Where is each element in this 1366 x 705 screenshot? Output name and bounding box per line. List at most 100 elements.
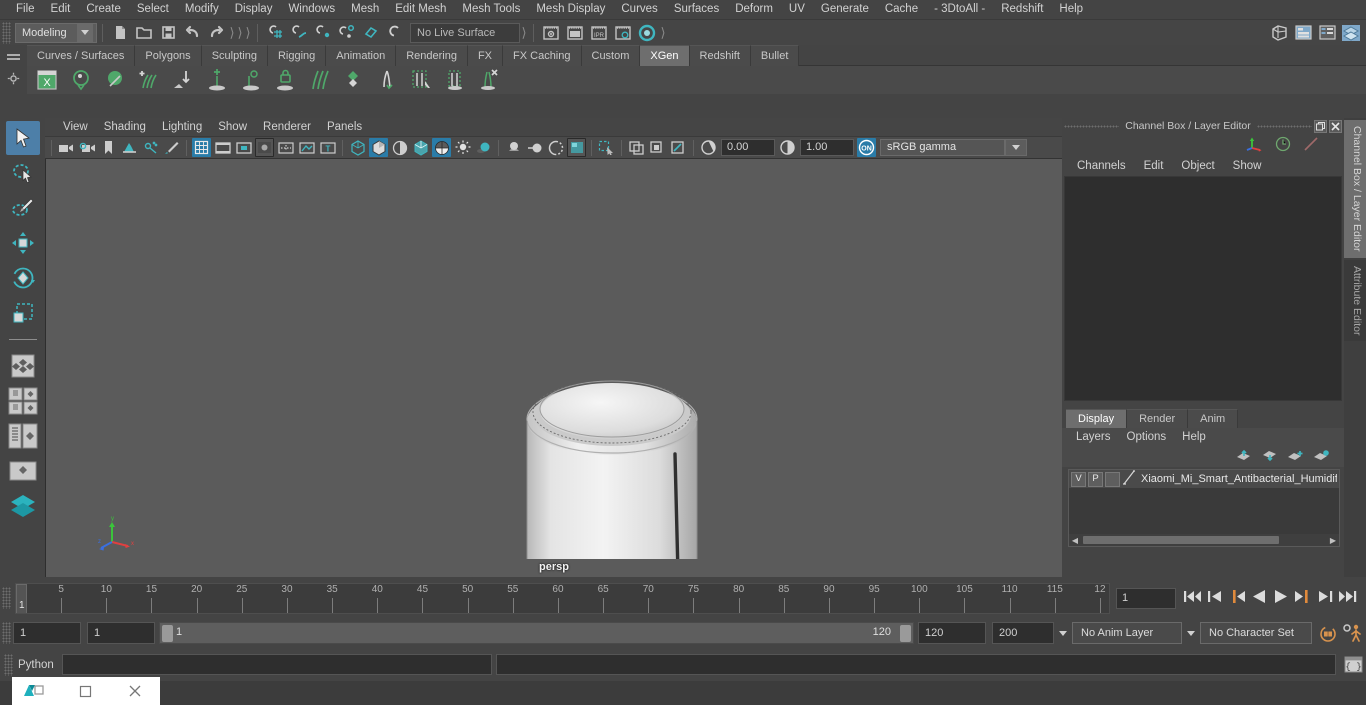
persp-graph-layout-icon[interactable] bbox=[6, 454, 40, 488]
snap-to-grid-icon[interactable] bbox=[264, 22, 286, 44]
select-camera-icon[interactable] bbox=[57, 138, 76, 157]
color-management-field[interactable]: sRGB gamma bbox=[880, 139, 1005, 156]
play-backwards-icon[interactable] bbox=[1250, 588, 1268, 608]
list-item[interactable]: V P Xiaomi_Mi_Smart_Antibacterial_Humidi… bbox=[1069, 470, 1339, 489]
color-management-dropdown-icon[interactable] bbox=[1005, 139, 1027, 156]
viewport-menu-renderer[interactable]: Renderer bbox=[255, 118, 319, 137]
menu-cache[interactable]: Cache bbox=[877, 0, 926, 19]
range-slider-gripper[interactable] bbox=[2, 622, 11, 644]
go-to-end-icon[interactable] bbox=[1338, 588, 1358, 608]
viewport-menu-lighting[interactable]: Lighting bbox=[154, 118, 210, 137]
move-layer-down-icon[interactable] bbox=[1261, 449, 1278, 466]
menu-deform[interactable]: Deform bbox=[727, 0, 781, 19]
camera-attributes-icon[interactable] bbox=[78, 138, 97, 157]
use-default-lighting-icon[interactable] bbox=[453, 138, 472, 157]
new-scene-icon[interactable] bbox=[109, 22, 131, 44]
paint-select-tool[interactable] bbox=[6, 191, 40, 225]
move-tool[interactable] bbox=[6, 226, 40, 260]
perspective-viewport[interactable]: y x z persp bbox=[45, 159, 1062, 577]
display-layer-list[interactable]: V P Xiaomi_Mi_Smart_Antibacterial_Humidi… bbox=[1068, 469, 1340, 547]
snap-to-view-planes-icon[interactable] bbox=[360, 22, 382, 44]
title-drag-dots-right[interactable] bbox=[1256, 124, 1312, 128]
script-editor-icon[interactable]: { } bbox=[1340, 653, 1366, 677]
show-hide-channel-box-icon[interactable] bbox=[1340, 22, 1362, 44]
menu-modify[interactable]: Modify bbox=[177, 0, 227, 19]
channel-box-menu-show[interactable]: Show bbox=[1224, 156, 1271, 176]
animation-start-field[interactable]: 1 bbox=[13, 622, 81, 644]
texture-icon[interactable] bbox=[432, 138, 451, 157]
shelf-options-gear-icon[interactable] bbox=[7, 72, 20, 88]
menu-edit[interactable]: Edit bbox=[43, 0, 79, 19]
exposure-field[interactable]: 0.00 bbox=[721, 139, 775, 156]
four-view-layout-icon[interactable] bbox=[6, 384, 40, 418]
select-tool[interactable] bbox=[5, 121, 40, 155]
time-slider-gripper[interactable] bbox=[2, 587, 11, 609]
channel-box-content[interactable] bbox=[1064, 176, 1342, 401]
shelf-tab-fx[interactable]: FX bbox=[467, 45, 504, 66]
gamma-icon[interactable] bbox=[778, 138, 797, 157]
outliner-persp-layout-icon[interactable] bbox=[6, 419, 40, 453]
film-gate-icon[interactable] bbox=[213, 138, 232, 157]
hypershade-layout-icon[interactable] bbox=[6, 489, 40, 523]
bookmark-icon[interactable] bbox=[99, 138, 118, 157]
isolate-select-icon[interactable] bbox=[597, 138, 616, 157]
xgen-select-guides-icon[interactable] bbox=[405, 67, 437, 94]
screen-space-ao-icon[interactable] bbox=[504, 138, 523, 157]
animation-preferences-icon[interactable] bbox=[1340, 623, 1366, 643]
scroll-right-icon[interactable]: ▶ bbox=[1327, 536, 1339, 545]
channel-box-menu-edit[interactable]: Edit bbox=[1135, 156, 1173, 176]
new-layer-from-selected-icon[interactable] bbox=[1313, 449, 1330, 466]
snap-to-projected-center-icon[interactable] bbox=[336, 22, 358, 44]
current-time-indicator[interactable]: 1 bbox=[16, 583, 27, 613]
range-slider[interactable]: 1 120 bbox=[159, 622, 914, 644]
shelf-tab-xgen[interactable]: XGen bbox=[640, 45, 690, 66]
exposure-icon[interactable] bbox=[699, 138, 718, 157]
menu-set-selector[interactable]: Modeling bbox=[15, 22, 97, 43]
viewport-menu-panels[interactable]: Panels bbox=[319, 118, 370, 137]
safe-action-icon[interactable] bbox=[297, 138, 316, 157]
show-hide-attribute-editor-icon[interactable] bbox=[1292, 22, 1314, 44]
menu-help[interactable]: Help bbox=[1051, 0, 1091, 19]
xgen-add-density-icon[interactable] bbox=[201, 67, 233, 94]
rotate-tool[interactable] bbox=[6, 261, 40, 295]
new-layer-icon[interactable] bbox=[1287, 449, 1304, 466]
step-back-frame-icon[interactable] bbox=[1227, 588, 1246, 608]
xgen-noise-icon[interactable] bbox=[371, 67, 403, 94]
gamma-field[interactable]: 1.00 bbox=[800, 139, 854, 156]
menu-windows[interactable]: Windows bbox=[280, 0, 343, 19]
xgen-lock-icon[interactable] bbox=[269, 67, 301, 94]
menu-curves[interactable]: Curves bbox=[613, 0, 665, 19]
resolution-gate-icon[interactable] bbox=[234, 138, 253, 157]
render-settings-icon[interactable] bbox=[612, 22, 634, 44]
menu-mesh[interactable]: Mesh bbox=[343, 0, 387, 19]
layer-menu-help[interactable]: Help bbox=[1174, 428, 1214, 447]
range-start-field[interactable]: 1 bbox=[87, 622, 155, 644]
sidebar-tab-attribute-editor[interactable]: Attribute Editor bbox=[1344, 259, 1366, 341]
shade-selected-items-icon[interactable] bbox=[390, 138, 409, 157]
title-drag-dots-left[interactable] bbox=[1064, 124, 1120, 128]
gate-mask-icon[interactable] bbox=[255, 138, 274, 157]
range-slider-right-handle[interactable] bbox=[900, 625, 911, 642]
menu-select[interactable]: Select bbox=[129, 0, 177, 19]
depth-of-field-icon[interactable] bbox=[567, 138, 586, 157]
lasso-select-tool[interactable] bbox=[6, 156, 40, 190]
character-set-combo[interactable]: No Character Set bbox=[1200, 622, 1312, 644]
layer-menu-options[interactable]: Options bbox=[1119, 428, 1175, 447]
redo-icon[interactable] bbox=[205, 22, 227, 44]
menu-display[interactable]: Display bbox=[227, 0, 281, 19]
time-slider[interactable]: 1 5 10 15 20 25 30 35 40 45 50 55 60 65 70 75 80 85 90 95 1… bbox=[15, 582, 1110, 614]
xgen-add-guides-icon[interactable] bbox=[133, 67, 165, 94]
layer-tab-anim[interactable]: Anim bbox=[1188, 409, 1239, 428]
chevron-down-icon[interactable] bbox=[77, 23, 93, 42]
step-forward-key-icon[interactable] bbox=[1317, 588, 1334, 608]
command-input[interactable] bbox=[62, 654, 492, 675]
undock-icon[interactable] bbox=[1314, 119, 1327, 133]
multisample-aa-icon[interactable] bbox=[546, 138, 565, 157]
xray-joints-icon[interactable] bbox=[648, 138, 667, 157]
viewport-menu-view[interactable]: View bbox=[55, 118, 96, 137]
shelf-tab-bullet[interactable]: Bullet bbox=[750, 45, 800, 66]
color-management-toggle-icon[interactable]: ON bbox=[857, 138, 876, 157]
layer-tab-render[interactable]: Render bbox=[1127, 409, 1189, 428]
safe-title-icon[interactable]: T bbox=[318, 138, 337, 157]
snap-to-curve-icon[interactable] bbox=[288, 22, 310, 44]
